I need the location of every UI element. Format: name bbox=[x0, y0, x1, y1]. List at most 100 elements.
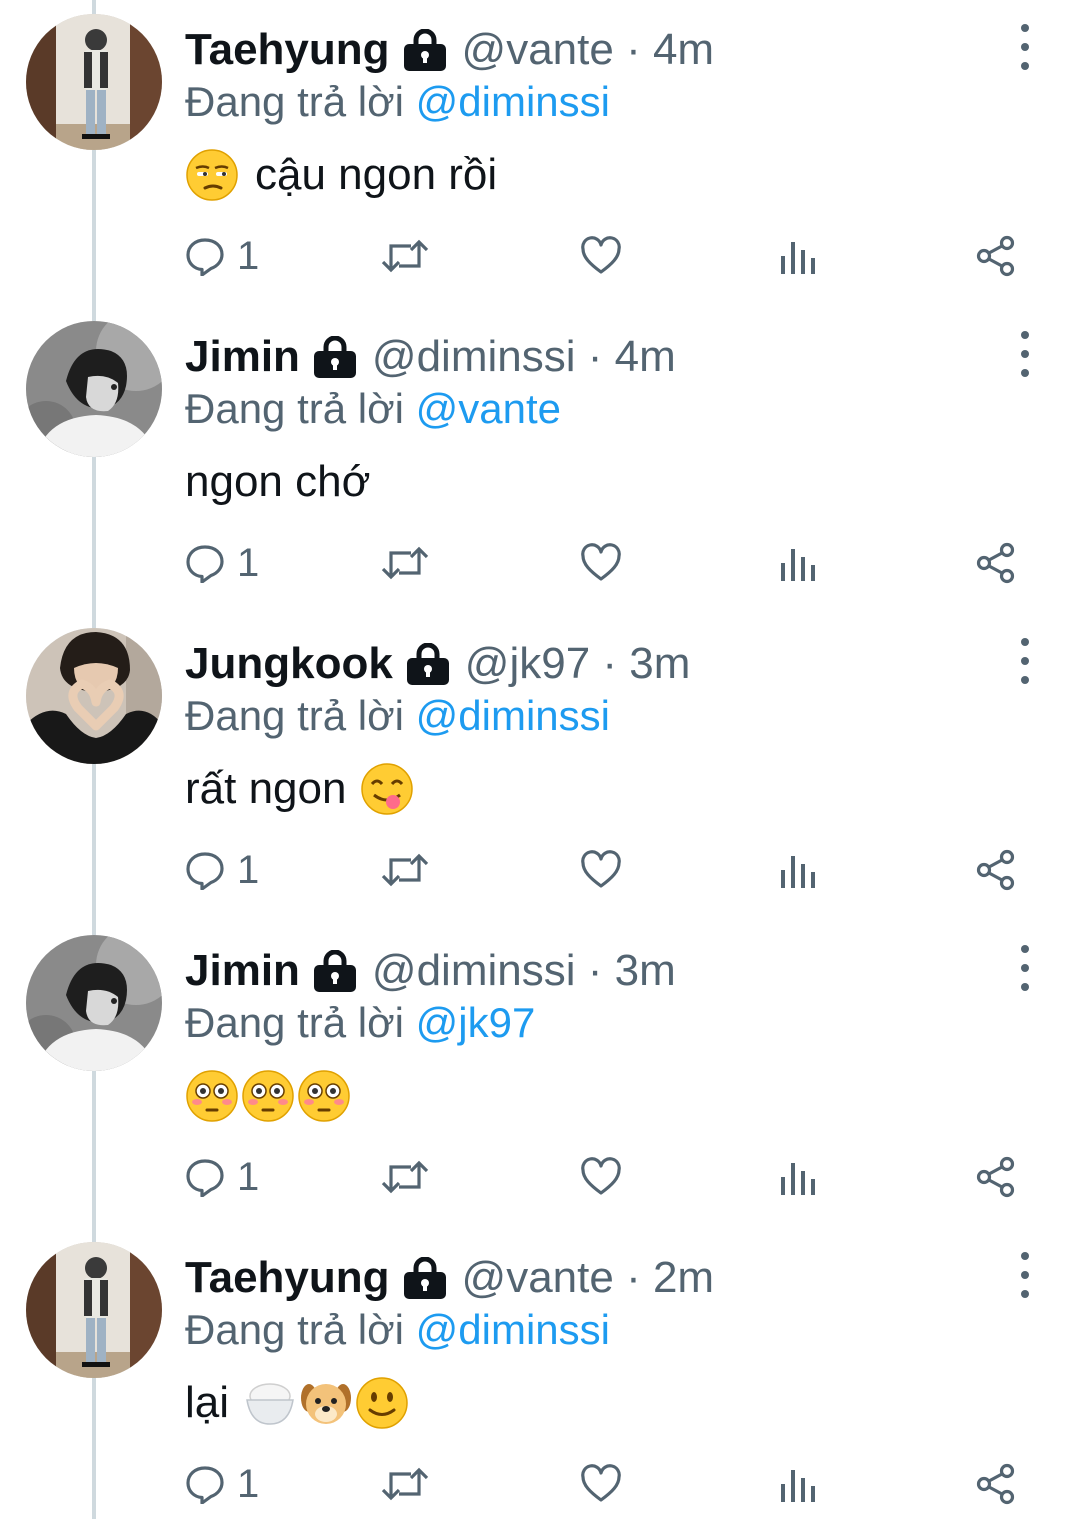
views-button[interactable] bbox=[779, 228, 815, 284]
views-icon bbox=[779, 1464, 815, 1504]
tweet[interactable]: Taehyung @vante · 4m Đang trả lời @dimin… bbox=[0, 0, 1080, 307]
tweet-text: cậu ngon rồi bbox=[255, 150, 498, 199]
replying-to-label: Đang trả lời bbox=[185, 1306, 404, 1353]
views-button[interactable] bbox=[779, 842, 815, 898]
lock-icon bbox=[402, 29, 448, 71]
reply-mention-link[interactable]: @jk97 bbox=[416, 999, 536, 1046]
views-icon bbox=[779, 543, 815, 583]
more-options-icon[interactable] bbox=[1008, 945, 1042, 991]
tweet-text: lại bbox=[185, 1378, 230, 1427]
views-icon bbox=[779, 1157, 815, 1197]
reply-icon bbox=[185, 1464, 225, 1504]
more-options-icon[interactable] bbox=[1008, 331, 1042, 377]
avatar[interactable] bbox=[26, 1242, 162, 1378]
like-button[interactable] bbox=[580, 842, 622, 898]
tweet[interactable]: Taehyung @vante · 2m Đang trả lời @dimin… bbox=[0, 1228, 1080, 1535]
handle[interactable]: @diminssi bbox=[372, 332, 576, 382]
like-button[interactable] bbox=[580, 535, 622, 591]
like-button[interactable] bbox=[580, 228, 622, 284]
action-bar: 1 bbox=[185, 1456, 1035, 1516]
handle[interactable]: @diminssi bbox=[372, 946, 576, 996]
replying-to-label: Đang trả lời bbox=[185, 999, 404, 1046]
tweet[interactable]: Jungkook @jk97 · 3m Đang trả lời @dimins… bbox=[0, 614, 1080, 921]
display-name[interactable]: Jimin bbox=[185, 332, 300, 382]
yum-face-emoji bbox=[360, 762, 414, 816]
retweet-button[interactable] bbox=[381, 1149, 429, 1205]
reply-count: 1 bbox=[237, 1461, 260, 1506]
rice-bowl-emoji bbox=[243, 1376, 297, 1430]
reply-button[interactable]: 1 bbox=[185, 535, 259, 591]
timestamp[interactable]: 4m bbox=[653, 25, 714, 75]
reply-icon bbox=[185, 543, 225, 583]
retweet-icon bbox=[381, 1157, 429, 1197]
replying-to-line: Đang trả lời @jk97 bbox=[185, 999, 535, 1047]
views-icon bbox=[779, 236, 815, 276]
tweet-header: Jimin @diminssi · 3m bbox=[185, 941, 676, 1001]
tweet[interactable]: Jimin @diminssi · 3m Đang trả lời @jk97 … bbox=[0, 921, 1080, 1228]
more-options-icon[interactable] bbox=[1008, 638, 1042, 684]
separator-dot: · bbox=[590, 639, 630, 688]
timestamp[interactable]: 4m bbox=[615, 332, 676, 382]
replying-to-line: Đang trả lời @vante bbox=[185, 385, 561, 433]
reply-button[interactable]: 1 bbox=[185, 842, 259, 898]
avatar[interactable] bbox=[26, 14, 162, 150]
timestamp[interactable]: 3m bbox=[615, 946, 676, 996]
like-button[interactable] bbox=[580, 1149, 622, 1205]
handle[interactable]: @jk97 bbox=[465, 639, 590, 689]
retweet-button[interactable] bbox=[381, 228, 429, 284]
views-icon bbox=[779, 850, 815, 890]
reply-mention-link[interactable]: @diminssi bbox=[416, 78, 610, 125]
more-options-icon[interactable] bbox=[1008, 1252, 1042, 1298]
heart-icon bbox=[580, 543, 622, 583]
share-button[interactable] bbox=[975, 228, 1017, 284]
views-button[interactable] bbox=[779, 1456, 815, 1512]
retweet-icon bbox=[381, 850, 429, 890]
share-icon bbox=[975, 849, 1017, 891]
share-button[interactable] bbox=[975, 1456, 1017, 1512]
replying-to-line: Đang trả lời @diminssi bbox=[185, 1306, 610, 1354]
tweet-content: rất ngon bbox=[185, 756, 416, 822]
retweet-icon bbox=[381, 236, 429, 276]
share-button[interactable] bbox=[975, 535, 1017, 591]
avatar[interactable] bbox=[26, 935, 162, 1071]
retweet-button[interactable] bbox=[381, 842, 429, 898]
action-bar: 1 bbox=[185, 1149, 1035, 1209]
more-options-icon[interactable] bbox=[1008, 24, 1042, 70]
display-name[interactable]: Jimin bbox=[185, 946, 300, 996]
timestamp[interactable]: 3m bbox=[629, 639, 690, 689]
reply-button[interactable]: 1 bbox=[185, 1149, 259, 1205]
reply-mention-link[interactable]: @diminssi bbox=[416, 692, 610, 739]
reply-mention-link[interactable]: @vante bbox=[416, 385, 561, 432]
handle[interactable]: @vante bbox=[462, 1253, 614, 1303]
views-button[interactable] bbox=[779, 1149, 815, 1205]
reply-icon bbox=[185, 236, 225, 276]
views-button[interactable] bbox=[779, 535, 815, 591]
share-button[interactable] bbox=[975, 842, 1017, 898]
retweet-button[interactable] bbox=[381, 535, 429, 591]
display-name[interactable]: Jungkook bbox=[185, 639, 393, 689]
like-button[interactable] bbox=[580, 1456, 622, 1512]
flushed-face-emoji bbox=[185, 1069, 239, 1123]
display-name[interactable]: Taehyung bbox=[185, 25, 390, 75]
reply-button[interactable]: 1 bbox=[185, 1456, 259, 1512]
separator-dot: · bbox=[613, 1253, 653, 1302]
tweet-header: Jimin @diminssi · 4m bbox=[185, 327, 676, 387]
dog-face-emoji bbox=[299, 1376, 353, 1430]
reply-count: 1 bbox=[237, 1154, 260, 1199]
share-button[interactable] bbox=[975, 1149, 1017, 1205]
reply-button[interactable]: 1 bbox=[185, 228, 259, 284]
avatar[interactable] bbox=[26, 321, 162, 457]
handle[interactable]: @vante bbox=[462, 25, 614, 75]
reply-count: 1 bbox=[237, 847, 260, 892]
retweet-button[interactable] bbox=[381, 1456, 429, 1512]
reply-mention-link[interactable]: @diminssi bbox=[416, 1306, 610, 1353]
avatar[interactable] bbox=[26, 628, 162, 764]
heart-icon bbox=[580, 850, 622, 890]
retweet-icon bbox=[381, 543, 429, 583]
retweet-icon bbox=[381, 1464, 429, 1504]
tweet-content bbox=[185, 1063, 353, 1129]
tweet[interactable]: Jimin @diminssi · 4m Đang trả lời @vante… bbox=[0, 307, 1080, 614]
display-name[interactable]: Taehyung bbox=[185, 1253, 390, 1303]
slight-smile-emoji bbox=[355, 1376, 409, 1430]
timestamp[interactable]: 2m bbox=[653, 1253, 714, 1303]
